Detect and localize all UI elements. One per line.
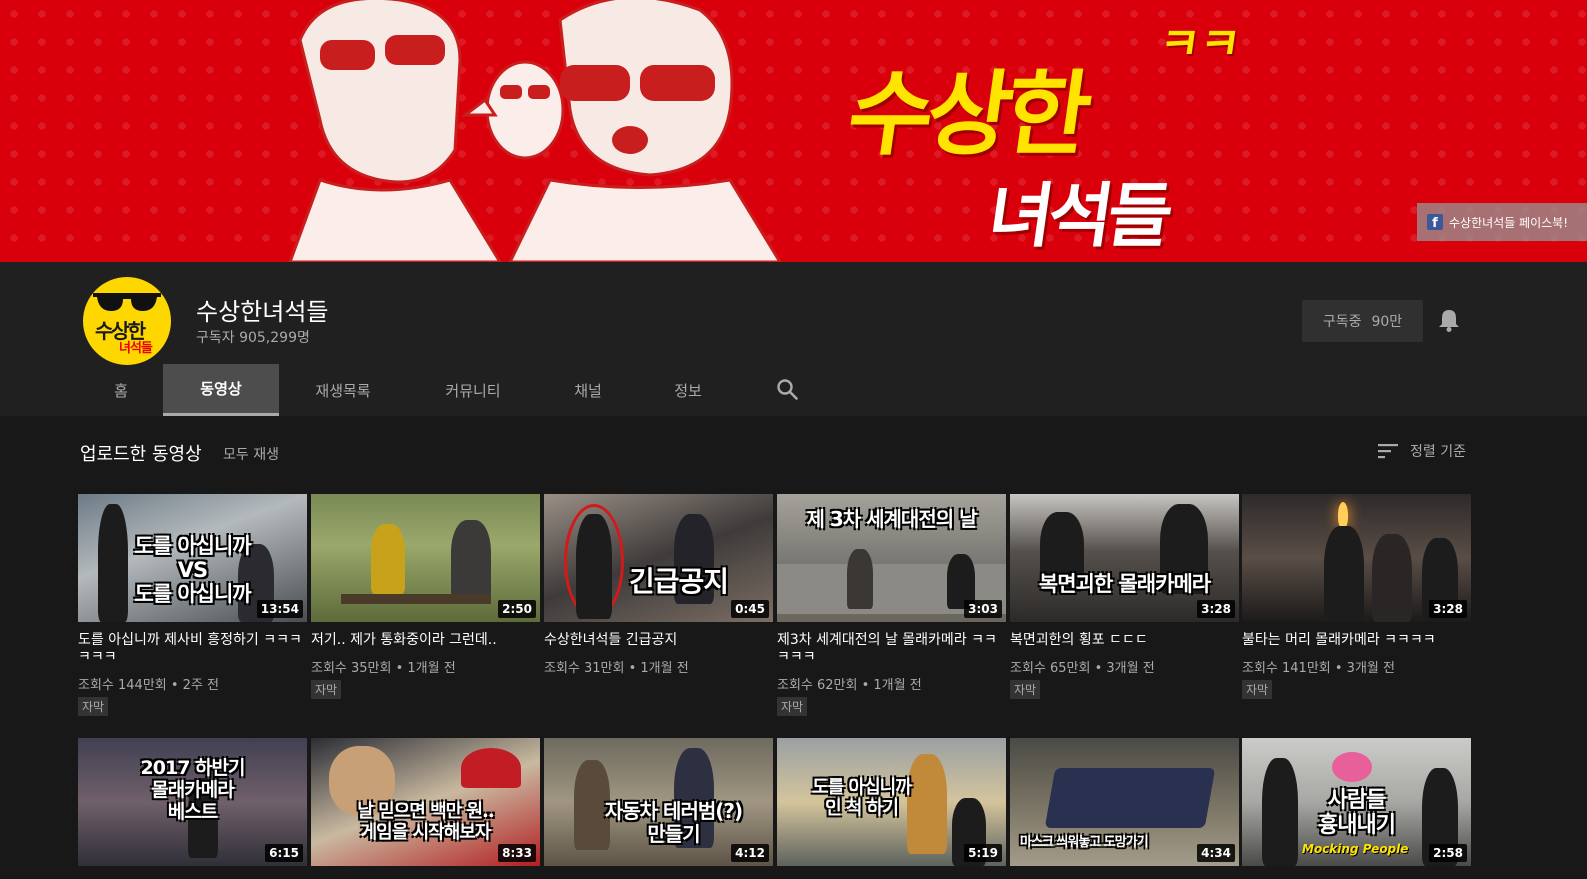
video-duration: 3:28 [1429, 600, 1467, 618]
thumbnail-caption: 제 3차 세계대전의 날 [806, 507, 977, 531]
cc-badge: 자막 [311, 680, 342, 699]
video-duration: 3:28 [1197, 600, 1235, 618]
tab-community[interactable]: 커뮤니티 [420, 364, 526, 416]
video-duration: 2:50 [498, 600, 536, 618]
video-duration: 2:58 [1429, 844, 1467, 862]
video-duration: 6:15 [265, 844, 303, 862]
video-duration: 5:19 [964, 844, 1002, 862]
facebook-link-label: 수상한녀석들 페이스북! [1449, 215, 1569, 230]
bell-icon[interactable] [1438, 308, 1460, 332]
video-duration: 13:54 [256, 600, 303, 618]
banner-subtitle: 녀석들 [983, 175, 1174, 257]
video-thumbnail[interactable]: 2017 하반기 몰래카메라 베스트 6:15 [78, 738, 307, 866]
video-meta: 조회수 35만회 • 1개월 전 [311, 661, 456, 676]
tab-playlists[interactable]: 재생목록 [290, 364, 396, 416]
banner-illustration [288, 0, 782, 262]
video-title[interactable]: 복면괴한의 횡포 ㄷㄷㄷ [1010, 632, 1239, 649]
thumbnail-caption: 날 믿으면 백만 원.. 게임을 시작해보자 [357, 801, 494, 843]
avatar-text-bottom: 녀석들 [119, 341, 153, 356]
video-duration: 3:03 [964, 600, 1002, 618]
thumbnail-caption: 도를 아십니까 인 척 하기 [812, 777, 912, 819]
facebook-link[interactable]: f 수상한녀석들 페이스북! [1417, 203, 1587, 241]
video-thumbnail[interactable]: 날 믿으면 백만 원.. 게임을 시작해보자 8:33 [311, 738, 540, 866]
thumbnail-caption: 긴급공지 [628, 565, 729, 598]
video-thumbnail[interactable]: 도를 아십니까 VS 도를 아십니까 13:54 [78, 494, 307, 622]
video-card[interactable]: 날 믿으면 백만 원.. 게임을 시작해보자 8:33 [311, 738, 540, 866]
tab-videos[interactable]: 동영상 [163, 364, 279, 416]
cc-badge: 자막 [777, 697, 808, 716]
thumbnail-caption: 자동차 테러범(?) 만들기 [604, 799, 743, 846]
tab-about[interactable]: 정보 [645, 364, 731, 416]
cc-badge: 자막 [78, 697, 109, 716]
video-meta: 조회수 65만회 • 3개월 전 [1010, 661, 1155, 676]
video-meta: 조회수 141만회 • 3개월 전 [1242, 661, 1395, 676]
video-card[interactable]: 긴급공지 0:45 수상한녀석들 긴급공지 조회수 31만회 • 1개월 전 [544, 494, 773, 676]
video-title[interactable]: 도를 아십니까 제사비 흥정하기 ㅋㅋㅋㅋㅋㅋ [78, 632, 307, 666]
section-title: 업로드한 동영상 [80, 444, 202, 465]
video-card[interactable]: 2017 하반기 몰래카메라 베스트 6:15 [78, 738, 307, 866]
thumbnail-caption: 복면괴한 몰래카메라 [1038, 572, 1211, 596]
thumbnail-subcaption: Mocking People [1302, 842, 1409, 856]
thumbnail-caption: 도를 아십니까 VS 도를 아십니까 [134, 534, 251, 607]
tab-channels[interactable]: 채널 [545, 364, 631, 416]
video-thumbnail[interactable]: 제 3차 세계대전의 날 3:03 [777, 494, 1006, 622]
video-meta: 조회수 62만회 • 1개월 전 [777, 678, 922, 693]
play-all-link[interactable]: 모두 재생 [223, 444, 279, 464]
video-card[interactable]: 사람들 흉내내기 Mocking People 2:58 [1242, 738, 1471, 866]
video-thumbnail[interactable]: 사람들 흉내내기 Mocking People 2:58 [1242, 738, 1471, 866]
thumbnail-caption: 사람들 흉내내기 [1318, 788, 1396, 839]
subscribed-label: 구독중 [1322, 314, 1362, 330]
search-icon[interactable] [776, 378, 798, 400]
video-duration: 0:45 [731, 600, 769, 618]
cc-badge: 자막 [1242, 680, 1273, 699]
video-thumbnail[interactable]: 복면괴한 몰래카메라 3:28 [1010, 494, 1239, 622]
subscribed-button[interactable]: 구독중 90만 [1302, 300, 1423, 342]
video-thumbnail[interactable]: 긴급공지 0:45 [544, 494, 773, 622]
video-duration: 4:12 [731, 844, 769, 862]
cc-badge: 자막 [1010, 680, 1041, 699]
video-title[interactable]: 저기.. 제가 통화중이라 그런데.. [311, 632, 540, 649]
video-card[interactable]: 마스크 씌워놓고 도망가기 4:34 [1010, 738, 1239, 866]
video-duration: 8:33 [498, 844, 536, 862]
subscribed-count: 90만 [1371, 314, 1403, 330]
channel-avatar[interactable]: 수상한 녀석들 [83, 277, 171, 365]
subscriber-count: 구독자 905,299명 [196, 330, 310, 346]
sort-icon [1378, 444, 1398, 459]
video-title[interactable]: 수상한녀석들 긴급공지 [544, 632, 773, 649]
channel-header: 수상한 녀석들 수상한녀석들 구독자 905,299명 구독중 90만 홈 동영… [0, 262, 1587, 416]
banner-title-suffix: ㅋㅋ [1155, 19, 1244, 70]
video-card[interactable]: 복면괴한 몰래카메라 3:28 복면괴한의 횡포 ㄷㄷㄷ 조회수 65만회 • … [1010, 494, 1239, 699]
channel-banner: 수상한 ㅋㅋ 녀석들 f 수상한녀석들 페이스북! [0, 0, 1587, 262]
channel-name: 수상한녀석들 [196, 298, 329, 326]
video-thumbnail[interactable]: 마스크 씌워놓고 도망가기 4:34 [1010, 738, 1239, 866]
video-card[interactable]: 2:50 저기.. 제가 통화중이라 그런데.. 조회수 35만회 • 1개월 … [311, 494, 540, 699]
video-title[interactable]: 제3차 세계대전의 날 몰래카메라 ㅋㅋㅋㅋㅋ [777, 632, 1006, 666]
banner-title: 수상한 [841, 61, 1093, 168]
tab-home[interactable]: 홈 [83, 364, 159, 416]
video-thumbnail[interactable]: 도를 아십니까 인 척 하기 5:19 [777, 738, 1006, 866]
channel-tabs: 홈 동영상 재생목록 커뮤니티 채널 정보 [0, 364, 900, 416]
video-card[interactable]: 제 3차 세계대전의 날 3:03 제3차 세계대전의 날 몰래카메라 ㅋㅋㅋㅋ… [777, 494, 1006, 716]
video-meta: 조회수 144만회 • 2주 전 [78, 678, 220, 693]
sunglasses-icon [93, 293, 161, 311]
video-card[interactable]: 자동차 테러범(?) 만들기 4:12 [544, 738, 773, 866]
thumbnail-caption: 2017 하반기 몰래카메라 베스트 [140, 757, 246, 823]
video-thumbnail[interactable]: 3:28 [1242, 494, 1471, 622]
video-card[interactable]: 도를 아십니까 VS 도를 아십니까 13:54 도를 아십니까 제사비 흥정하… [78, 494, 307, 716]
video-title[interactable]: 불타는 머리 몰래카메라 ㅋㅋㅋㅋ [1242, 632, 1471, 649]
video-card[interactable]: 도를 아십니까 인 척 하기 5:19 [777, 738, 1006, 866]
sort-button[interactable]: 정렬 기준 [1378, 441, 1466, 461]
video-thumbnail[interactable]: 자동차 테러범(?) 만들기 4:12 [544, 738, 773, 866]
video-meta: 조회수 31만회 • 1개월 전 [544, 661, 689, 676]
facebook-icon: f [1427, 214, 1443, 230]
video-card[interactable]: 3:28 불타는 머리 몰래카메라 ㅋㅋㅋㅋ 조회수 141만회 • 3개월 전… [1242, 494, 1471, 699]
sort-label: 정렬 기준 [1410, 444, 1466, 460]
video-duration: 4:34 [1197, 844, 1235, 862]
video-thumbnail[interactable]: 2:50 [311, 494, 540, 622]
